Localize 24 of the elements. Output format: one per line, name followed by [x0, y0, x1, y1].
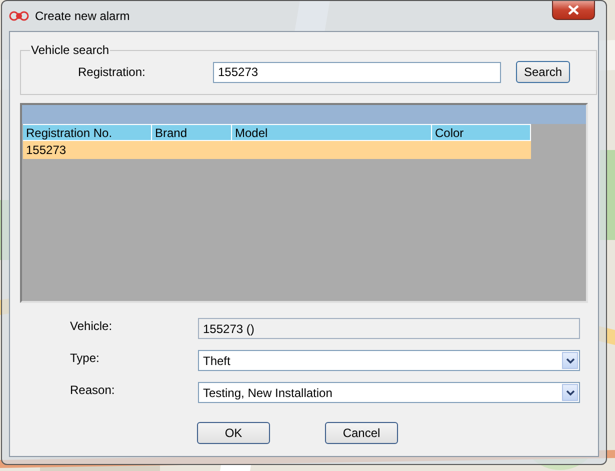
- field-label: Vehicle:: [70, 318, 114, 333]
- registration-label: Registration:: [78, 65, 146, 79]
- vehicle-field[interactable]: 155273 (): [198, 318, 580, 339]
- cancel-button[interactable]: Cancel: [325, 422, 398, 444]
- search-button[interactable]: Search: [516, 61, 570, 83]
- close-button[interactable]: [552, 1, 595, 20]
- table-row[interactable]: 155273: [23, 141, 531, 159]
- window-title: Create new alarm: [35, 9, 130, 23]
- registration-field[interactable]: 155273: [213, 62, 501, 82]
- column-header[interactable]: Color: [432, 124, 531, 141]
- column-header[interactable]: Brand: [152, 124, 232, 141]
- table-cell-text: 155273: [25, 142, 68, 159]
- chevron-down-icon: [566, 358, 574, 364]
- dropdown-field[interactable]: Testing, New Installation: [198, 382, 580, 403]
- chevron-down-icon: [566, 390, 574, 396]
- field-label: Type:: [70, 350, 100, 365]
- column-header[interactable]: Registration No.: [23, 124, 152, 141]
- column-header[interactable]: Model: [232, 124, 432, 141]
- field-label: Reason:: [70, 382, 116, 397]
- close-icon: [568, 5, 579, 15]
- ok-button[interactable]: OK: [197, 422, 270, 444]
- app-logo-icon: [9, 11, 29, 21]
- dropdown-field[interactable]: Theft: [198, 350, 580, 371]
- group-title: Vehicle search: [30, 43, 110, 57]
